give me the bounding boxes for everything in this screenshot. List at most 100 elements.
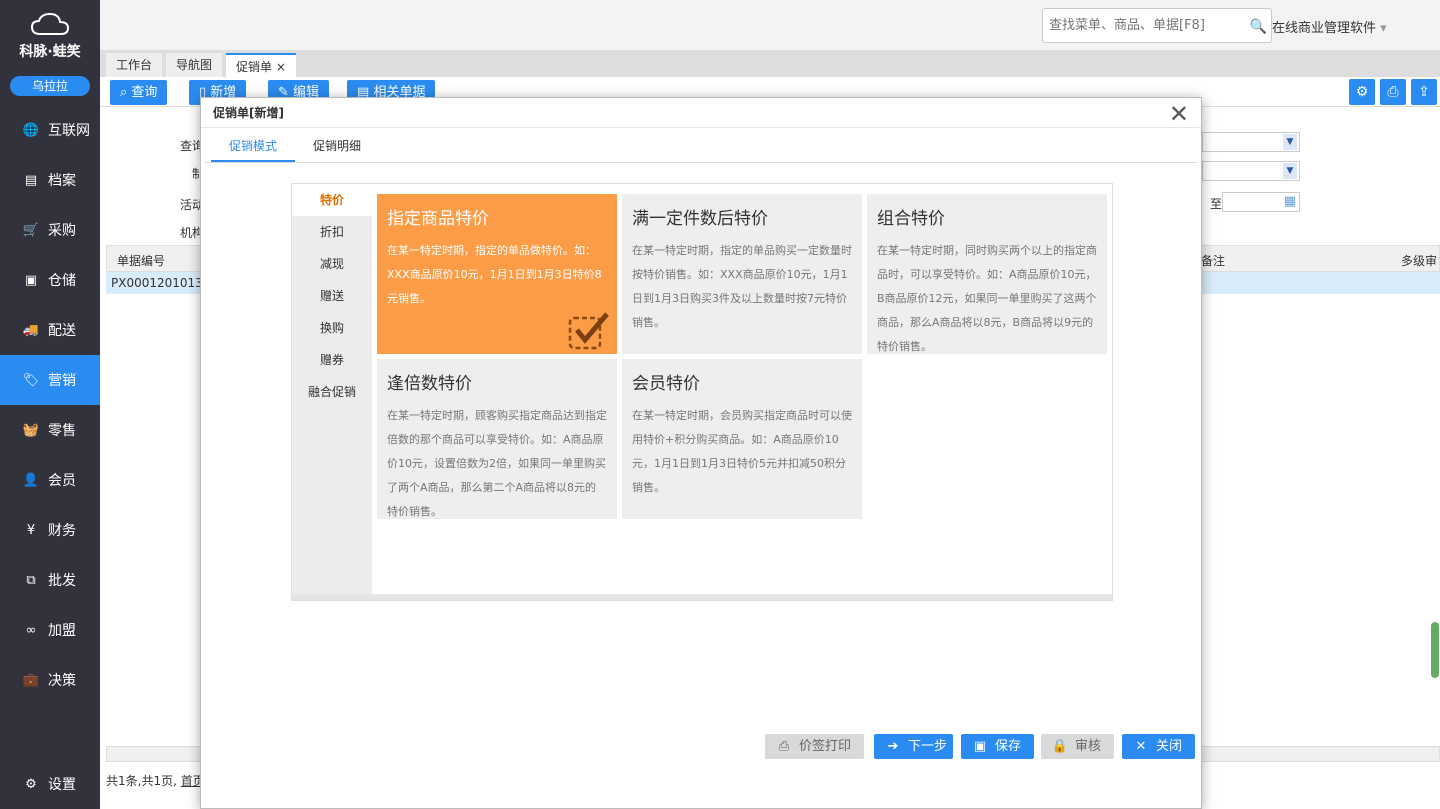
save-button[interactable]: ▣ 保存 — [961, 734, 1034, 759]
page-tabs: 工作台 导航图 促销单 × — [100, 50, 1440, 77]
query-button[interactable]: ⌕ 查询 — [110, 80, 168, 105]
sidebar-item-label: 加盟 — [48, 623, 76, 639]
table-cell: PX00012010130 — [111, 276, 211, 290]
sidebar-item-truck[interactable]: 🚚 配送 — [0, 305, 100, 355]
gear-icon[interactable]: ⚙ — [1349, 79, 1375, 105]
top-bar: 🔍 在线商业管理软件 ▾ — [100, 0, 1440, 50]
global-search: 🔍 — [1042, 8, 1272, 43]
cloud-icon — [30, 12, 70, 35]
sidebar-item-settings[interactable]: ⚙ 设置 — [0, 769, 100, 799]
card-quantity-special[interactable]: 满一定件数后特价 在某一特定时期，指定的单品购买一定数量时按特价销售。如：XXX… — [622, 194, 862, 354]
sidebar-item-box[interactable]: ▣ 仓储 — [0, 255, 100, 305]
export-icon[interactable]: ⇪ — [1411, 79, 1437, 105]
sidebar-item-link[interactable]: ∞ 加盟 — [0, 605, 100, 655]
promotion-type-item[interactable]: 折扣 — [292, 216, 372, 248]
user-icon: 👤 — [22, 472, 40, 488]
tab-promotion-detail[interactable]: 促销明细 — [295, 128, 379, 162]
promotion-type-item[interactable]: 特价 — [292, 184, 372, 216]
card-desc: 在某一特定时期，同时购买两个以上的指定商品时，可以享受特价。如：A商品原价10元… — [877, 244, 1097, 353]
sidebar-item-user[interactable]: 👤 会员 — [0, 455, 100, 505]
audit-button[interactable]: 🔒 审核 — [1041, 734, 1114, 759]
sidebar-item-globe[interactable]: 🌐 互联网 — [0, 105, 100, 155]
promotion-dialog: 促销单[新增] ✕ 促销模式 促销明细 特价 折扣 减现 赠送 换购 赠券 融合促销 指定商… — [200, 97, 1202, 809]
sidebar-menu: 🌐 互联网 ▤ 档案 🛒 采购 ▣ 仓储 🚚 配送 🏷 营销 🧺 零售 👤 会员 ¥ 财务 ⧉ 批发 ∞ 加盟 💼 决策 — [0, 105, 100, 705]
promotion-type-item[interactable]: 融合促销 — [292, 376, 372, 408]
yen-icon: ¥ — [26, 522, 36, 538]
pager-text: 共1条,共1页, — [106, 774, 177, 788]
tab-promotion[interactable]: 促销单 × — [226, 53, 296, 77]
sidebar-item-label: 互联网 — [48, 123, 90, 139]
sidebar-item-yen[interactable]: ¥ 财务 — [0, 505, 100, 555]
close-icon[interactable]: ✕ — [1169, 102, 1189, 126]
sidebar-item-briefcase[interactable]: 💼 决策 — [0, 655, 100, 705]
sidebar-item-tag[interactable]: 🏷 营销 — [0, 355, 100, 405]
column-header[interactable]: 单据编号 — [117, 252, 165, 269]
search-input[interactable] — [1043, 9, 1243, 42]
card-multiple-special[interactable]: 逢倍数特价 在某一特定时期，顾客购买指定商品达到指定倍数的那个商品可以享受特价。… — [377, 359, 617, 519]
sidebar-item-label: 财务 — [48, 523, 76, 539]
button-label: 审核 — [1075, 739, 1102, 754]
promotion-type-item[interactable]: 赠送 — [292, 280, 372, 312]
card-specified-special[interactable]: 指定商品特价 在某一特定时期，指定的单品做特价。如：XXX商品原价10元，1月1… — [377, 194, 617, 354]
column-header[interactable]: 多级审 — [1401, 252, 1437, 269]
close-icon[interactable]: × — [276, 60, 286, 74]
sidebar-item-label: 设置 — [48, 777, 76, 793]
user-badge[interactable]: 乌拉拉 — [10, 76, 90, 96]
select-field[interactable]: ▼ — [1202, 132, 1300, 152]
promotion-type-item[interactable]: 换购 — [292, 312, 372, 344]
promotion-type-item[interactable]: 减现 — [292, 248, 372, 280]
sidebar-item-cart[interactable]: 🛒 采购 — [0, 205, 100, 255]
printer-icon: ⎙ — [778, 739, 790, 754]
button-label: 价签打印 — [799, 739, 852, 754]
price-label-print-button[interactable]: ⎙ 价签打印 — [765, 734, 864, 759]
sidebar-item-label: 零售 — [48, 423, 76, 439]
column-header[interactable]: 备注 — [1201, 252, 1225, 269]
sidebar-item-copy[interactable]: ⧉ 批发 — [0, 555, 100, 605]
tab-promotion-mode[interactable]: 促销模式 — [211, 128, 296, 162]
card-desc: 在某一特定时期，顾客购买指定商品达到指定倍数的那个商品可以享受特价。如：A商品原… — [387, 409, 607, 518]
query-label: 查询 — [131, 85, 158, 100]
sidebar-item-label: 配送 — [48, 323, 76, 339]
sidebar-item-file[interactable]: ▤ 档案 — [0, 155, 100, 205]
select-field[interactable]: ▼ — [1202, 161, 1300, 181]
sidebar-item-label: 决策 — [48, 673, 76, 689]
card-title: 逢倍数特价 — [387, 374, 472, 394]
truck-icon: 🚚 — [22, 322, 40, 338]
sidebar-item-label: 会员 — [48, 473, 76, 489]
tab-workbench[interactable]: 工作台 — [106, 53, 163, 77]
next-step-button[interactable]: ➔ 下一步 — [874, 734, 953, 759]
date-field[interactable]: ▦ — [1222, 192, 1300, 212]
sidebar-item-label: 采购 — [48, 223, 76, 239]
basket-icon: 🧺 — [22, 422, 40, 438]
button-label: 保存 — [995, 739, 1022, 754]
vertical-scrollbar[interactable] — [1431, 622, 1439, 678]
promotion-type-item[interactable]: 赠券 — [292, 344, 372, 376]
gear-icon: ⚙ — [25, 776, 37, 792]
button-label: 关闭 — [1156, 739, 1183, 754]
panel-scrollbar — [292, 594, 1112, 600]
dialog-title: 促销单[新增] — [201, 98, 1201, 128]
sidebar-item-basket[interactable]: 🧺 零售 — [0, 405, 100, 455]
calendar-icon[interactable]: ▦ — [1284, 194, 1296, 209]
sidebar-item-label: 营销 — [48, 373, 76, 389]
product-name-label: 在线商业管理软件 — [1272, 21, 1377, 36]
box-icon: ▣ — [24, 272, 38, 288]
product-name[interactable]: 在线商业管理软件 ▾ — [1272, 17, 1387, 36]
sidebar-item-label: 仓储 — [48, 273, 76, 289]
tab-navigation[interactable]: 导航图 — [166, 53, 223, 77]
sidebar-item-label: 批发 — [48, 573, 76, 589]
briefcase-icon: 💼 — [22, 672, 40, 688]
promotion-mode-panel: 特价 折扣 减现 赠送 换购 赠券 融合促销 指定商品特价 在某一特定时期，指定的单品做特价… — [291, 183, 1113, 601]
printer-icon[interactable]: ⎙ — [1380, 79, 1406, 105]
search-icon[interactable]: 🔍 — [1250, 19, 1267, 35]
chevron-down-icon: ▾ — [1380, 21, 1387, 36]
promotion-type-nav: 特价 折扣 减现 赠送 换购 赠券 融合促销 — [292, 184, 372, 594]
search-icon: ⌕ — [120, 85, 128, 100]
close-button[interactable]: ✕ 关闭 — [1122, 734, 1195, 759]
card-member-special[interactable]: 会员特价 在某一特定时期，会员购买指定商品时可以使用特价+积分购买商品。如：A商… — [622, 359, 862, 519]
card-title: 组合特价 — [877, 209, 945, 229]
dialog-tabs: 促销模式 促销明细 — [205, 128, 1197, 163]
sidebar-item-label: 档案 — [48, 173, 76, 189]
link-icon: ∞ — [25, 622, 37, 638]
card-combo-special[interactable]: 组合特价 在某一特定时期，同时购买两个以上的指定商品时，可以享受特价。如：A商品… — [867, 194, 1107, 354]
